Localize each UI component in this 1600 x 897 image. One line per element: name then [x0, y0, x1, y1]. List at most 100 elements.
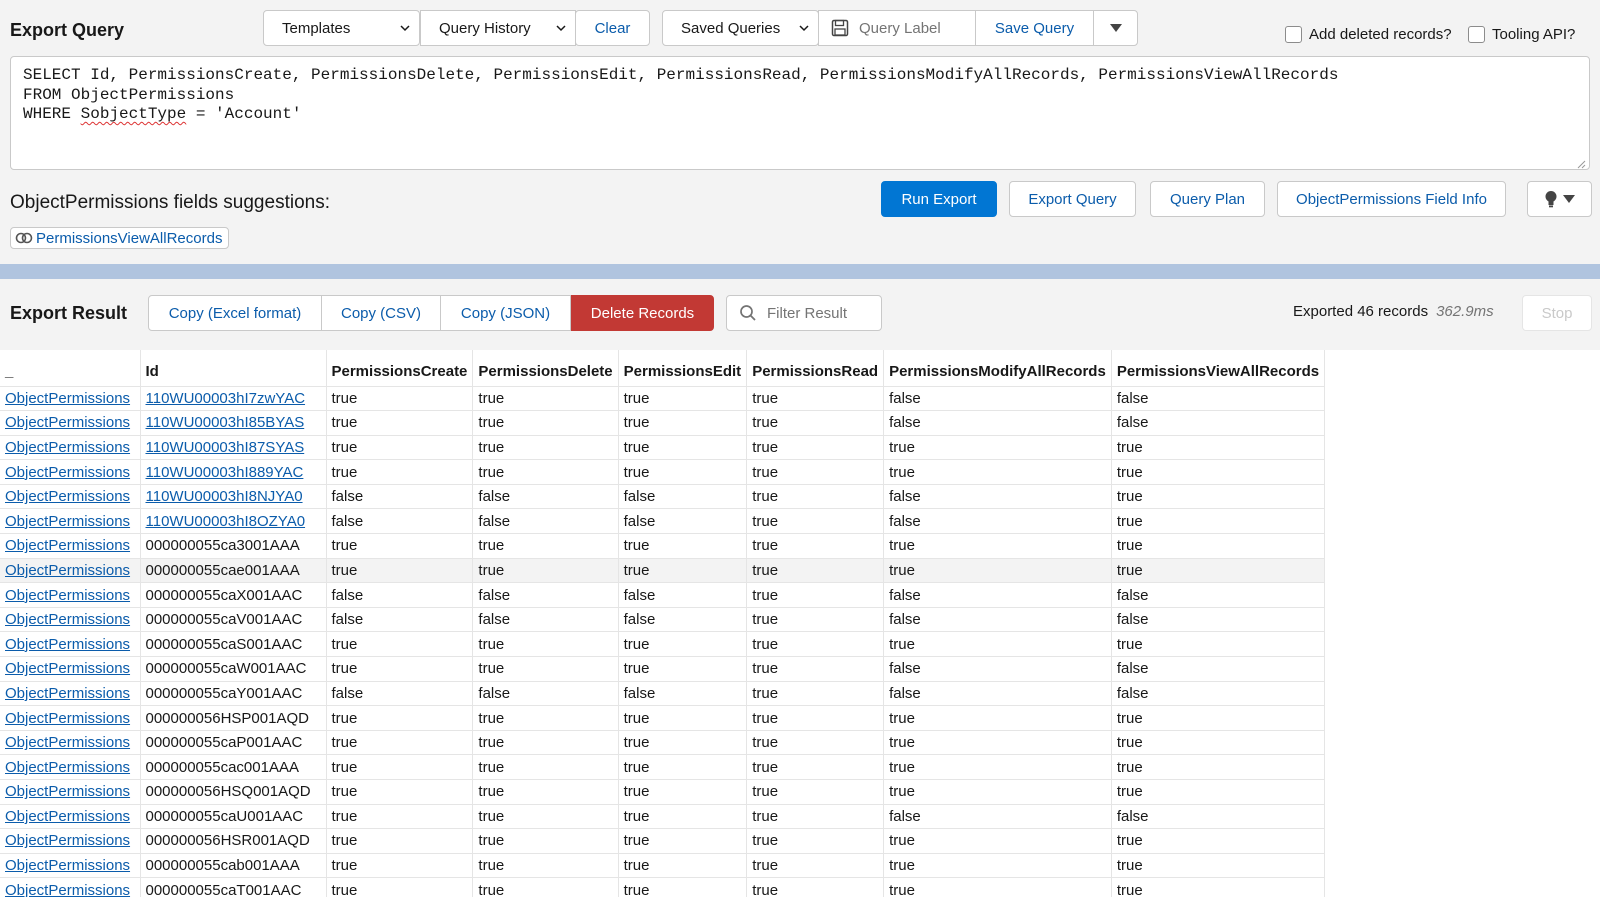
table-cell: true	[1111, 558, 1326, 584]
object-type-link[interactable]: ObjectPermissions	[0, 631, 141, 658]
column-header[interactable]: PermissionsEdit	[618, 350, 748, 387]
table-cell: true	[618, 656, 748, 682]
record-id-link[interactable]: 110WU00003hI8OZYA0	[140, 508, 327, 535]
suggestion-chip[interactable]: PermissionsViewAllRecords	[10, 227, 230, 249]
table-cell: false	[618, 484, 748, 510]
column-header[interactable]: PermissionsModifyAllRecords	[883, 350, 1112, 387]
chevron-down-icon	[798, 22, 810, 34]
object-type-link[interactable]: ObjectPermissions	[0, 558, 141, 584]
column-header[interactable]: PermissionsDelete	[472, 350, 619, 387]
record-id-link[interactable]: 110WU00003hI85BYAS	[140, 410, 327, 436]
object-type-link[interactable]: ObjectPermissions	[0, 435, 141, 461]
page-title: Export Query	[10, 20, 125, 40]
table-cell: true	[1111, 828, 1326, 854]
export-query-button[interactable]: Export Query	[1009, 181, 1136, 217]
run-export-button[interactable]: Run Export	[881, 181, 997, 217]
object-type-link[interactable]: ObjectPermissions	[0, 508, 141, 535]
saved-queries-select[interactable]: Saved Queries	[662, 10, 819, 46]
delete-records-button[interactable]: Delete Records	[571, 295, 714, 331]
table-row: ObjectPermissions 000000055ca3001AAA true t…	[0, 533, 1326, 559]
table-cell: true	[883, 828, 1112, 854]
object-type-link[interactable]: ObjectPermissions	[0, 533, 141, 559]
table-cell: true	[883, 705, 1112, 731]
record-id-cell: 000000055caS001AAC	[140, 631, 327, 658]
record-id-link[interactable]: 110WU00003hI889YAC	[140, 459, 327, 485]
record-id-cell: 000000055caU001AAC	[140, 804, 327, 830]
table-cell: false	[326, 508, 474, 535]
column-header[interactable]: PermissionsCreate	[326, 350, 474, 387]
record-id-link[interactable]: 110WU00003hI8NJYA0	[140, 484, 327, 510]
column-header[interactable]: Id	[140, 350, 327, 387]
table-cell: true	[1111, 705, 1326, 731]
resize-handle-icon[interactable]	[1576, 156, 1586, 169]
column-header[interactable]: _	[0, 350, 141, 387]
query-label-input[interactable]: Query Label	[818, 10, 976, 46]
table-cell: true	[1111, 877, 1326, 897]
object-type-link[interactable]: ObjectPermissions	[0, 730, 141, 756]
table-cell: true	[883, 779, 1112, 805]
stop-button[interactable]: Stop	[1522, 295, 1592, 331]
table-cell: true	[618, 730, 748, 756]
table-cell: false	[472, 607, 619, 633]
object-type-link[interactable]: ObjectPermissions	[0, 681, 141, 707]
table-cell: true	[746, 877, 885, 897]
templates-select[interactable]: Templates	[263, 10, 420, 46]
record-id-link[interactable]: 110WU00003hI7zwYAC	[140, 386, 327, 412]
filter-input[interactable]: Filter Result	[726, 295, 882, 331]
table-cell: false	[472, 681, 619, 707]
object-type-link[interactable]: ObjectPermissions	[0, 607, 141, 633]
add-deleted-records-option[interactable]: Add deleted records?	[1285, 26, 1452, 43]
object-type-link[interactable]: ObjectPermissions	[0, 853, 141, 879]
column-header[interactable]: PermissionsRead	[746, 350, 885, 387]
object-type-link[interactable]: ObjectPermissions	[0, 779, 141, 805]
table-cell: true	[883, 877, 1112, 897]
tooling-api-checkbox[interactable]	[1468, 26, 1485, 43]
clear-button[interactable]: Clear	[575, 10, 650, 46]
add-deleted-records-checkbox[interactable]	[1285, 26, 1302, 43]
copy-json-button[interactable]: Copy (JSON)	[440, 295, 571, 331]
table-cell: true	[746, 804, 885, 830]
table-cell: true	[618, 705, 748, 731]
table-cell: true	[1111, 435, 1326, 461]
table-cell: true	[1111, 853, 1326, 879]
splitter-bar[interactable]	[0, 264, 1600, 279]
table-cell: false	[618, 582, 748, 608]
query-line-3-prefix: WHERE	[23, 105, 81, 123]
tooling-api-label: Tooling API?	[1492, 26, 1576, 43]
table-cell: false	[883, 804, 1112, 830]
tooling-api-option[interactable]: Tooling API?	[1468, 26, 1575, 43]
chevron-down-icon	[555, 22, 567, 34]
table-cell: true	[746, 730, 885, 756]
query-editor[interactable]: SELECT Id, PermissionsCreate, Permission…	[10, 56, 1590, 170]
object-type-link[interactable]: ObjectPermissions	[0, 877, 141, 897]
object-type-link[interactable]: ObjectPermissions	[0, 459, 141, 485]
object-type-link[interactable]: ObjectPermissions	[0, 705, 141, 731]
object-type-link[interactable]: ObjectPermissions	[0, 804, 141, 830]
table-cell: true	[618, 533, 748, 559]
record-id-cell: 000000055caV001AAC	[140, 607, 327, 633]
suggest-menu-button[interactable]	[1527, 181, 1592, 217]
floppy-disk-icon	[831, 19, 849, 37]
results-table-container[interactable]: _ Id PermissionsCreate PermissionsDelete Per…	[0, 350, 1600, 897]
table-cell: true	[326, 386, 474, 412]
object-type-link[interactable]: ObjectPermissions	[0, 754, 141, 780]
column-header[interactable]: PermissionsViewAllRecords	[1111, 350, 1326, 387]
record-id-link[interactable]: 110WU00003hI87SYAS	[140, 435, 327, 461]
table-row: ObjectPermissions 110WU00003hI8NJYA0 false…	[0, 484, 1326, 510]
query-history-select[interactable]: Query History	[420, 10, 576, 46]
object-type-link[interactable]: ObjectPermissions	[0, 828, 141, 854]
field-info-button[interactable]: ObjectPermissions Field Info	[1277, 181, 1506, 217]
object-type-link[interactable]: ObjectPermissions	[0, 656, 141, 682]
save-query-menu-button[interactable]	[1093, 10, 1138, 46]
copy-csv-button[interactable]: Copy (CSV)	[321, 295, 441, 331]
table-row: ObjectPermissions 000000056HSP001AQD true t…	[0, 705, 1326, 731]
copy-excel-button[interactable]: Copy (Excel format)	[148, 295, 322, 331]
object-type-link[interactable]: ObjectPermissions	[0, 484, 141, 510]
object-type-link[interactable]: ObjectPermissions	[0, 386, 141, 412]
object-type-link[interactable]: ObjectPermissions	[0, 410, 141, 436]
object-type-link[interactable]: ObjectPermissions	[0, 582, 141, 608]
table-cell: true	[746, 582, 885, 608]
query-plan-button[interactable]: Query Plan	[1150, 181, 1265, 217]
save-query-button[interactable]: Save Query	[975, 10, 1094, 46]
table-cell: true	[618, 804, 748, 830]
